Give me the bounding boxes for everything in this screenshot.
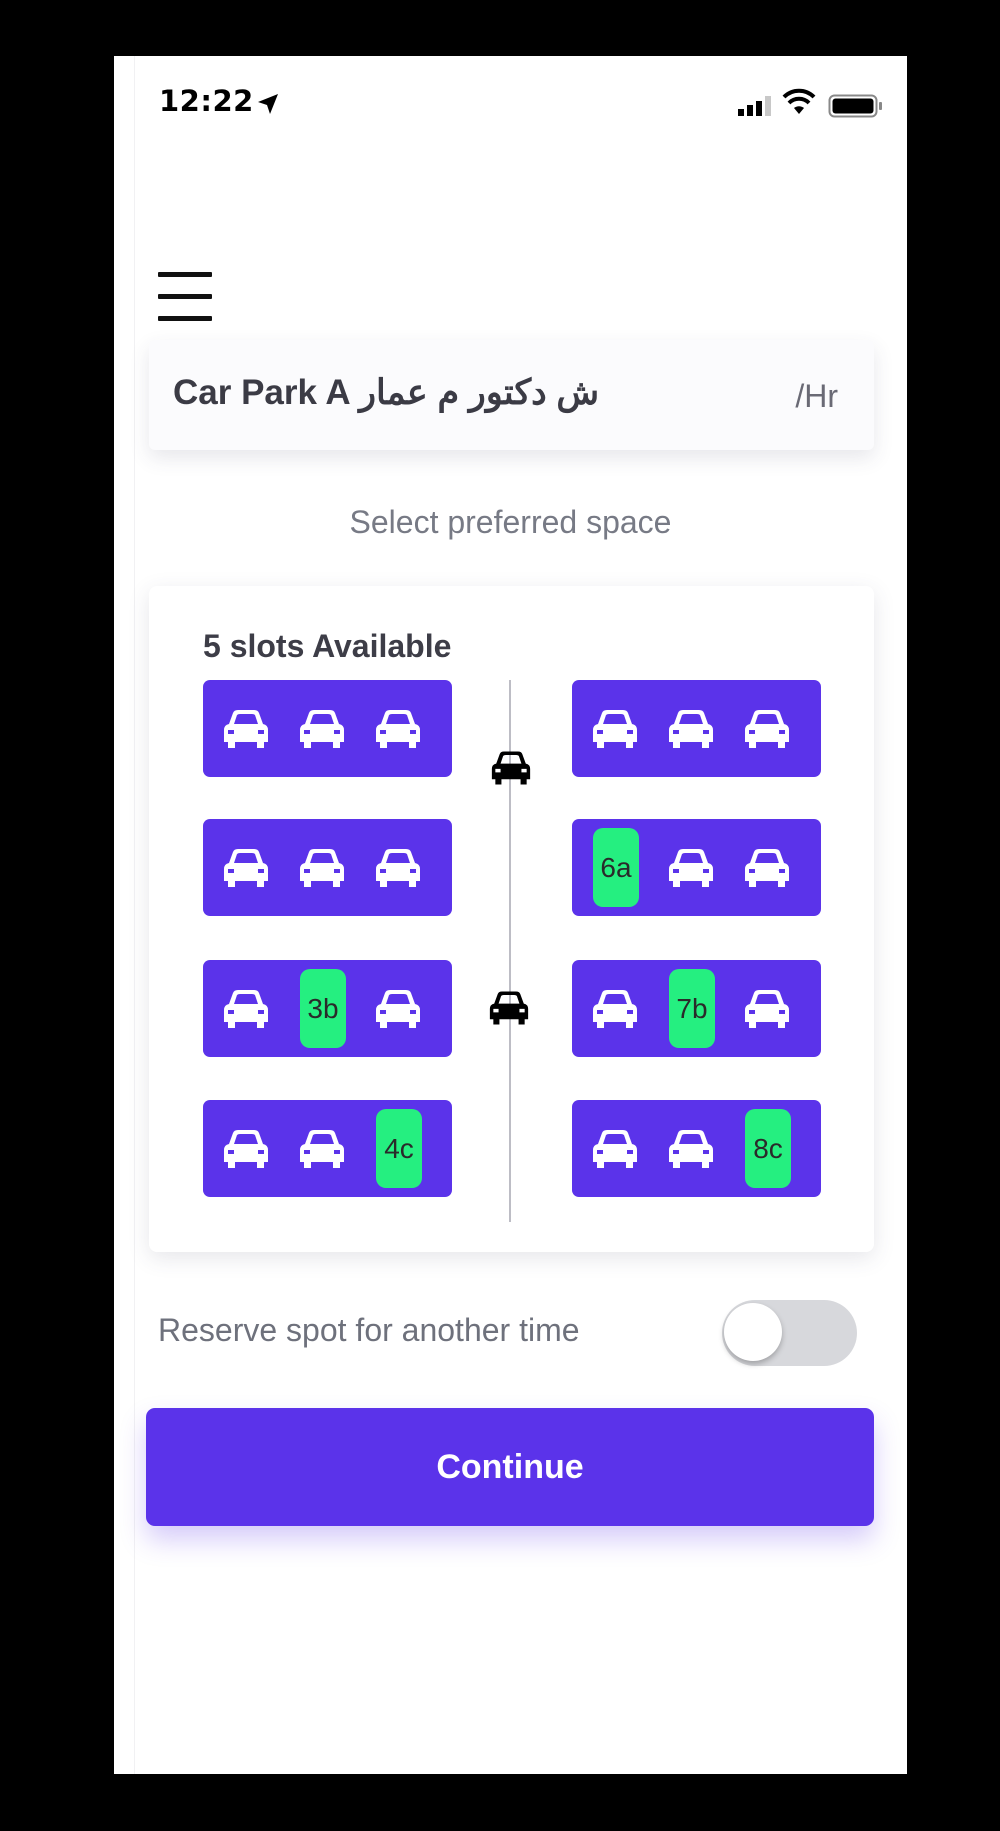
car-icon: [224, 710, 268, 748]
parking-row-right-3: 7b: [572, 960, 821, 1057]
menu-line: [158, 316, 212, 321]
screen-edge: [134, 56, 135, 1774]
parking-lot-card: 5 slots Available 3b 4c 6a 7b 8c: [149, 586, 874, 1252]
occupied-slot: [287, 819, 357, 916]
car-icon: [745, 849, 789, 887]
car-icon: [593, 990, 637, 1028]
car-park-name: Car Park A ش دكتور م عمار: [173, 373, 600, 412]
car-icon: [224, 849, 268, 887]
parking-row-left-3: 3b: [203, 960, 452, 1057]
occupied-slot: [656, 819, 726, 916]
occupied-slot: [211, 680, 281, 777]
occupied-slot: [580, 680, 650, 777]
parking-row-right-2: 6a: [572, 819, 821, 916]
status-time: 12:22: [159, 84, 254, 118]
occupied-slot: [287, 680, 357, 777]
select-space-hint: Select preferred space: [349, 504, 672, 540]
available-slot-3b[interactable]: 3b: [287, 960, 357, 1057]
toggle-knob: [724, 1303, 782, 1361]
occupied-slot: [732, 819, 802, 916]
lane-car-icon: [491, 751, 531, 785]
car-icon: [669, 1130, 713, 1168]
occupied-slot: [732, 960, 802, 1057]
status-bar: 12:22: [114, 56, 907, 156]
occupied-slot: [580, 960, 650, 1057]
occupied-slot: [211, 1100, 281, 1197]
menu-line: [158, 272, 212, 277]
occupied-slot: [732, 680, 802, 777]
parking-row-right-1: [572, 680, 821, 777]
slot-label[interactable]: 3b: [300, 969, 346, 1048]
car-icon: [224, 1130, 268, 1168]
slot-label[interactable]: 4c: [376, 1109, 422, 1188]
car-park-card[interactable]: Car Park A ش دكتور م عمار /Hr: [149, 340, 874, 450]
occupied-slot: [363, 819, 433, 916]
slot-label[interactable]: 7b: [669, 969, 715, 1048]
occupied-slot: [287, 1100, 357, 1197]
reserve-label: Reserve spot for another time: [158, 1312, 580, 1348]
menu-line: [158, 294, 212, 299]
car-icon: [669, 849, 713, 887]
occupied-slot: [656, 680, 726, 777]
slot-label[interactable]: 8c: [745, 1109, 791, 1188]
slots-available-label: 5 slots Available: [203, 628, 452, 664]
continue-button[interactable]: Continue: [146, 1408, 874, 1526]
available-slot-4c[interactable]: 4c: [363, 1100, 433, 1197]
battery-icon: [828, 94, 882, 118]
occupied-slot: [580, 1100, 650, 1197]
car-icon: [376, 710, 420, 748]
parking-row-left-2: [203, 819, 452, 916]
car-icon: [593, 1130, 637, 1168]
parking-row-right-4: 8c: [572, 1100, 821, 1197]
car-icon: [300, 710, 344, 748]
occupied-slot: [363, 960, 433, 1057]
reserve-toggle[interactable]: [722, 1300, 857, 1366]
car-icon: [669, 710, 713, 748]
available-slot-8c[interactable]: 8c: [732, 1100, 802, 1197]
parking-row-left-4: 4c: [203, 1100, 452, 1197]
slot-label[interactable]: 6a: [593, 828, 639, 907]
occupied-slot: [363, 680, 433, 777]
car-icon: [376, 849, 420, 887]
occupied-slot: [656, 1100, 726, 1197]
car-icon: [300, 1130, 344, 1168]
wifi-icon: [782, 88, 816, 114]
location-arrow-icon: [258, 94, 278, 114]
car-icon: [745, 710, 789, 748]
available-slot-7b[interactable]: 7b: [656, 960, 726, 1057]
car-park-rate: /Hr: [795, 378, 838, 414]
car-icon: [376, 990, 420, 1028]
signal-icon: [738, 96, 771, 116]
car-icon: [593, 710, 637, 748]
parking-row-left-1: [203, 680, 452, 777]
car-icon: [224, 990, 268, 1028]
lane-car-icon: [489, 991, 529, 1025]
available-slot-6a[interactable]: 6a: [580, 819, 650, 916]
car-icon: [745, 990, 789, 1028]
car-icon: [300, 849, 344, 887]
occupied-slot: [211, 819, 281, 916]
occupied-slot: [211, 960, 281, 1057]
hamburger-menu-icon[interactable]: [158, 272, 214, 322]
phone-screen: 12:22 Car Park A ش دكتور م عمار /Hr Sele…: [114, 56, 907, 1774]
